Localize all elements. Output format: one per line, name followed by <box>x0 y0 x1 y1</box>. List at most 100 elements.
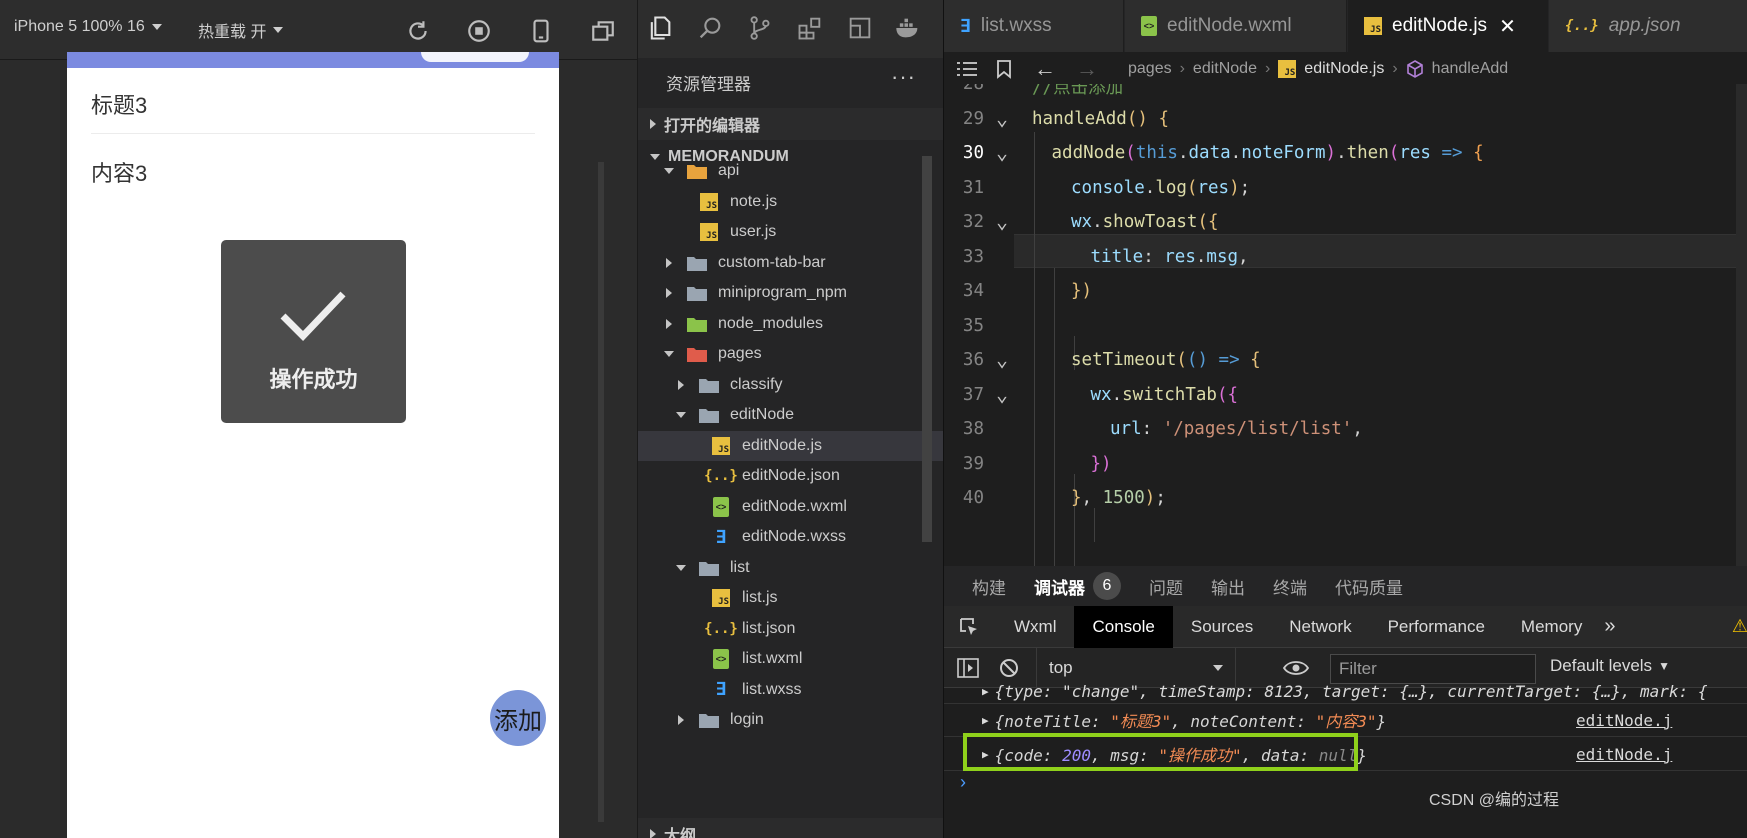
source-link[interactable]: editNode.j <box>1576 711 1672 730</box>
tree-item[interactable]: ∃ list.wxss <box>638 675 944 706</box>
crumb-pages[interactable]: pages <box>1128 60 1172 78</box>
content-field[interactable]: 内容3 <box>91 156 147 188</box>
hot-reload-select[interactable]: 热重载 开 <box>198 18 284 42</box>
tree-item[interactable]: classify <box>638 370 944 401</box>
refresh-icon[interactable] <box>405 18 431 44</box>
tree-item[interactable]: list <box>638 553 944 584</box>
more-tabs-icon[interactable]: » <box>1604 615 1615 638</box>
phone-icon[interactable] <box>528 18 554 44</box>
debug-panel: 构建 调试器 6 问题 输出 终端 代码质量 Wxml Console Sourc… <box>943 566 1747 838</box>
search-icon[interactable] <box>696 14 724 42</box>
tree-item[interactable]: JS note.js <box>638 187 944 218</box>
js-file-icon: JS <box>1364 17 1382 35</box>
line-number: 39 <box>962 453 984 474</box>
eye-icon[interactable] <box>1282 658 1310 678</box>
tab-output[interactable]: 输出 <box>1211 574 1245 599</box>
detach-window-icon[interactable] <box>590 18 616 44</box>
device-select[interactable]: iPhone 5 100% 16 <box>14 18 162 36</box>
warning-icon[interactable]: ⚠ <box>1732 616 1747 637</box>
tab-list-wxss[interactable]: ∃ list.wxss <box>944 0 1124 52</box>
files-icon[interactable] <box>646 14 674 42</box>
tree-item[interactable]: custom-tab-bar <box>638 248 944 279</box>
console-line[interactable]: ▶ {type: "change", timeStamp: 8123, targe… <box>944 680 1747 704</box>
tab-debugger[interactable]: 调试器 6 <box>1034 572 1121 600</box>
devtab-network[interactable]: Network <box>1271 606 1369 648</box>
fold-chevron-icon[interactable]: ⌄ <box>996 349 1012 369</box>
code-line: wx.switchTab({ <box>1090 384 1239 405</box>
toast-message: 操作成功 <box>269 367 358 392</box>
tree-item[interactable]: {..} list.json <box>638 614 944 645</box>
docker-icon[interactable] <box>894 14 922 42</box>
more-actions-icon[interactable]: ··· <box>891 64 916 90</box>
tree-item[interactable]: JS user.js <box>638 217 944 248</box>
clear-console-icon[interactable] <box>998 657 1020 679</box>
folder-icon <box>686 284 708 302</box>
tree-item[interactable]: api <box>638 156 944 187</box>
console-prompt[interactable]: › <box>960 772 966 793</box>
tree-item[interactable]: pages <box>638 339 944 370</box>
fold-chevron-icon[interactable]: ⌄ <box>996 384 1012 404</box>
source-control-icon[interactable] <box>746 14 774 42</box>
list-icon[interactable] <box>956 59 978 79</box>
tab-label: list.wxss <box>980 15 1052 36</box>
fold-chevron-icon[interactable]: ⌄ <box>996 108 1012 128</box>
devtab-memory[interactable]: Memory <box>1503 606 1600 648</box>
log-levels-select[interactable]: Default levels ▼ <box>1550 656 1670 676</box>
tree-item[interactable]: JS editNode.js <box>638 430 944 461</box>
stop-icon[interactable] <box>466 18 492 44</box>
devtab-performance[interactable]: Performance <box>1370 606 1503 648</box>
extensions-icon[interactable] <box>796 14 824 42</box>
tab-build[interactable]: 构建 <box>972 574 1006 599</box>
tree-item[interactable]: <> list.wxml <box>638 644 944 675</box>
tree-item[interactable]: editNode <box>638 400 944 431</box>
crumb-symbol[interactable]: handleAdd <box>1432 60 1509 78</box>
crumb-file[interactable]: editNode.js <box>1304 60 1384 78</box>
outline-section[interactable]: 大纲 <box>638 818 944 838</box>
fold-chevron-icon[interactable]: ⌄ <box>996 211 1012 231</box>
tree-item[interactable]: login <box>638 705 944 736</box>
wxml-file-icon: <> <box>710 649 732 670</box>
tab-terminal[interactable]: 终端 <box>1273 574 1307 599</box>
tree-item[interactable]: node_modules <box>638 309 944 340</box>
forward-arrow-icon[interactable]: → <box>1076 56 1098 82</box>
expand-icon: ▶ <box>982 713 989 727</box>
indent-guide <box>1054 268 1055 566</box>
crumb-editnode[interactable]: editNode <box>1193 60 1257 78</box>
devtab-console[interactable]: Console <box>1074 605 1173 648</box>
capsule-button[interactable] <box>421 52 529 62</box>
code-line: wx.showToast({ <box>1071 212 1219 232</box>
inspect-element-icon[interactable] <box>958 616 980 638</box>
code-area[interactable]: 28 //点击添加 29 ⌄ handleAdd() {30 ⌄ addNode(this.… <box>944 84 1747 566</box>
tab-editnode-wxml[interactable]: <> editNode.wxml <box>1125 0 1347 52</box>
tab-label: 调试器 <box>1034 578 1085 598</box>
tree-item[interactable]: miniprogram_npm <box>638 278 944 309</box>
tree-item[interactable]: <> editNode.wxml <box>638 492 944 523</box>
folder-icon <box>686 162 708 180</box>
cloud-dev-icon[interactable] <box>846 14 874 42</box>
tab-app-json[interactable]: {..} app.json <box>1549 0 1747 52</box>
tab-code-quality[interactable]: 代码质量 <box>1335 574 1403 599</box>
tree-item[interactable]: JS list.js <box>638 583 944 614</box>
close-icon[interactable]: ✕ <box>1499 14 1516 39</box>
devtab-sources[interactable]: Sources <box>1173 606 1271 648</box>
tree-item[interactable]: ∃ editNode.wxss <box>638 522 944 553</box>
tab-problems[interactable]: 问题 <box>1149 574 1183 599</box>
add-button[interactable]: 添加 <box>490 690 546 746</box>
tree-item[interactable]: {..} editNode.json <box>638 461 944 492</box>
line-number: 31 <box>962 177 984 198</box>
tab-editnode-js[interactable]: JS editNode.js ✕ <box>1348 0 1548 52</box>
chevron-down-icon: ▼ <box>1658 659 1670 673</box>
back-arrow-icon[interactable]: ← <box>1034 56 1056 82</box>
line-number: 33 <box>962 246 984 267</box>
simulator-scrollbar[interactable] <box>598 162 604 822</box>
sidebar-toggle-icon[interactable] <box>956 657 980 679</box>
devtab-wxml[interactable]: Wxml <box>996 606 1074 648</box>
indent-guide <box>1094 508 1095 542</box>
explorer-scrollbar[interactable] <box>922 156 932 542</box>
source-link[interactable]: editNode.j <box>1576 745 1672 764</box>
open-editors-section[interactable]: 打开的编辑器 <box>638 108 944 140</box>
editor-scrollbar[interactable] <box>1736 84 1747 566</box>
fold-chevron-icon[interactable]: ⌄ <box>996 142 1012 162</box>
bookmark-icon[interactable] <box>996 59 1012 79</box>
title-field[interactable]: 标题3 <box>91 88 147 120</box>
